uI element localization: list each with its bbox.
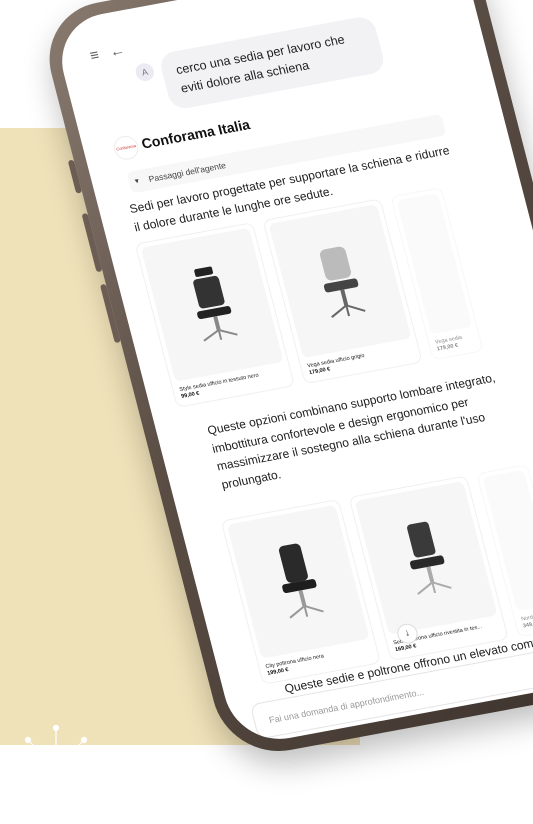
brand-name: Conforama Italia bbox=[139, 116, 252, 152]
hamburger-icon[interactable]: ≡ bbox=[88, 46, 102, 67]
edit-icon[interactable]: ✎ bbox=[426, 0, 443, 4]
office-chair-icon bbox=[319, 246, 366, 318]
user-avatar: A bbox=[133, 61, 156, 83]
chevron-down-icon: ▾ bbox=[133, 176, 140, 186]
product-name: Nord po bbox=[520, 613, 533, 623]
product-image: ↓ bbox=[354, 481, 498, 646]
sparkle-decoration-icon bbox=[12, 724, 100, 812]
office-chair-icon bbox=[278, 543, 324, 619]
office-chair-icon bbox=[193, 266, 238, 342]
product-image bbox=[226, 504, 370, 659]
product-image bbox=[268, 204, 412, 359]
conforama-logo: Conforama bbox=[111, 133, 142, 162]
agent-steps-label: Passaggi dell'agente bbox=[147, 160, 227, 185]
office-chair-icon bbox=[407, 521, 452, 595]
arrow-left-icon[interactable]: ← bbox=[108, 41, 128, 63]
product-image bbox=[140, 227, 284, 382]
